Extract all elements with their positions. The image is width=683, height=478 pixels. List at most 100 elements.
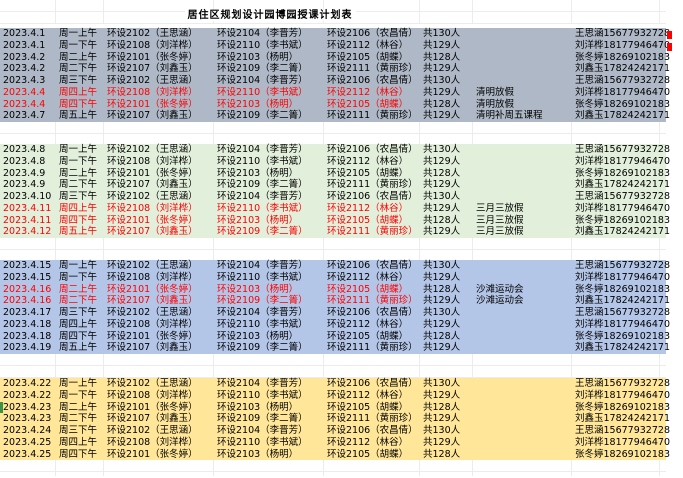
empty-cell[interactable]	[420, 354, 473, 365]
cell-class2[interactable]: 环设2103（杨明）	[217, 99, 327, 111]
empty-cell[interactable]	[214, 460, 324, 471]
cell-class2[interactable]: 环设2109（李二箐）	[217, 179, 327, 191]
cell-date[interactable]: 2023.4.4	[0, 87, 59, 99]
cell-class3[interactable]: 环设2112（林谷）	[327, 40, 423, 52]
cell-class1[interactable]: 环设2107（刘鑫玉）	[107, 226, 217, 238]
cell-note[interactable]	[476, 449, 575, 461]
empty-cell[interactable]	[56, 122, 104, 133]
cell-class2[interactable]: 环设2104（李晋芳）	[217, 144, 327, 156]
empty-cell[interactable]	[0, 472, 56, 476]
cell-count[interactable]: 共129人	[423, 272, 476, 284]
empty-cell[interactable]	[56, 134, 104, 144]
cell-session[interactable]: 周二下午	[59, 295, 107, 307]
cell-class3[interactable]: 环设2112（林谷）	[327, 319, 423, 331]
cell-count[interactable]: 共129人	[423, 203, 476, 215]
cell-session[interactable]: 周一上午	[59, 144, 107, 156]
cell-date[interactable]: 2023.4.25	[0, 449, 59, 461]
cell-count[interactable]: 共128人	[423, 99, 476, 111]
empty-cell[interactable]	[572, 250, 660, 260]
cell-note[interactable]	[476, 402, 575, 414]
cell-contact[interactable]: 刘鑫玉17824242171	[575, 226, 663, 238]
empty-cell[interactable]	[56, 460, 104, 471]
cell-session[interactable]: 周二上午	[59, 402, 107, 414]
empty-cell[interactable]	[420, 122, 473, 133]
cell-session[interactable]: 周五上午	[59, 226, 107, 238]
empty-cell[interactable]	[214, 366, 324, 377]
empty-cell[interactable]	[473, 366, 572, 377]
cell-class1[interactable]: 环设2108（刘洋桦）	[107, 390, 217, 402]
cell-note[interactable]	[476, 63, 575, 75]
cell-count[interactable]: 共129人	[423, 156, 476, 168]
empty-cell[interactable]	[0, 238, 56, 249]
cell-session[interactable]: 周二下午	[59, 63, 107, 75]
cell-date[interactable]: 2023.4.8	[0, 144, 59, 156]
cell-contact[interactable]: 张冬婷18269102183	[575, 52, 663, 64]
cell-class2[interactable]: 环设2104（李晋芳）	[217, 191, 327, 203]
cell-class1[interactable]: 环设2102（王思涵）	[107, 378, 217, 390]
empty-cell[interactable]	[420, 460, 473, 471]
cell-class3[interactable]: 环设2112（林谷）	[327, 203, 423, 215]
cell-class2[interactable]: 环设2103（杨明）	[217, 168, 327, 180]
cell-class2[interactable]: 环设2104（李晋芳）	[217, 307, 327, 319]
empty-cell[interactable]	[572, 460, 660, 471]
cell-note[interactable]: 沙滩运动会	[476, 284, 575, 296]
cell-class1[interactable]: 环设2108（刘洋桦）	[107, 156, 217, 168]
cell-session[interactable]: 周一上午	[59, 378, 107, 390]
cell-class2[interactable]: 环设2109（李二箐）	[217, 295, 327, 307]
empty-cell[interactable]	[214, 134, 324, 144]
cell-session[interactable]: 周三下午	[59, 307, 107, 319]
cell-contact[interactable]: 王思涵15677932728	[575, 75, 663, 87]
cell-contact[interactable]: 刘洋桦18177946470	[575, 319, 663, 331]
cell-count[interactable]: 共129人	[423, 40, 476, 52]
cell-class2[interactable]: 环设2109（李二箐）	[217, 63, 327, 75]
cell-date[interactable]: 2023.4.19	[0, 342, 59, 354]
cell-count[interactable]: 共129人	[423, 110, 476, 122]
cell-date[interactable]: 2023.4.8	[0, 156, 59, 168]
cell-note[interactable]	[476, 191, 575, 203]
cell-note[interactable]	[476, 437, 575, 449]
empty-cell[interactable]	[324, 122, 420, 133]
cell-date[interactable]: 2023.4.22	[0, 390, 59, 402]
cell-class1[interactable]: 环设2108（刘洋桦）	[107, 40, 217, 52]
cell-session[interactable]: 周四下午	[59, 99, 107, 111]
empty-cell[interactable]	[104, 122, 214, 133]
cell-class1[interactable]: 环设2107（刘鑫玉）	[107, 295, 217, 307]
cell-note[interactable]	[476, 75, 575, 87]
cell-date[interactable]: 2023.4.10	[0, 191, 59, 203]
cell-class3[interactable]: 环设2111（黄丽珍）	[327, 342, 423, 354]
cell-note[interactable]	[476, 168, 575, 180]
cell-date[interactable]: 2023.4.3	[0, 75, 59, 87]
empty-cell[interactable]	[572, 134, 660, 144]
cell-contact[interactable]: 刘鑫玉17824242171	[575, 63, 663, 75]
empty-cell[interactable]	[0, 134, 56, 144]
cell-date[interactable]: 2023.4.16	[0, 284, 59, 296]
cell-note[interactable]	[476, 413, 575, 425]
cell-note[interactable]: 三月三放假	[476, 203, 575, 215]
cell-contact[interactable]: 刘鑫玉17824242171	[575, 179, 663, 191]
cell-date[interactable]: 2023.4.15	[0, 260, 59, 272]
cell-session[interactable]: 周四下午	[59, 449, 107, 461]
cell-class3[interactable]: 环设2111（黄丽珍）	[327, 413, 423, 425]
cell-class2[interactable]: 环设2110（李书斌）	[217, 40, 327, 52]
empty-cell[interactable]	[324, 238, 420, 249]
cell-class3[interactable]: 环设2111（黄丽珍）	[327, 226, 423, 238]
cell-class3[interactable]: 环设2106（农昌倩）	[327, 307, 423, 319]
cell-count[interactable]: 共129人	[423, 437, 476, 449]
cell-count[interactable]: 共129人	[423, 342, 476, 354]
cell-note[interactable]	[476, 390, 575, 402]
cell-date[interactable]: 2023.4.2	[0, 52, 59, 64]
empty-cell[interactable]	[104, 134, 214, 144]
cell-class3[interactable]: 环设2105（胡蝶）	[327, 331, 423, 343]
empty-cell[interactable]	[0, 354, 56, 365]
cell-count[interactable]: 共130人	[423, 75, 476, 87]
cell-class3[interactable]: 环设2105（胡蝶）	[327, 52, 423, 64]
cell-contact[interactable]: 张冬婷18269102183	[575, 215, 663, 227]
cell-contact[interactable]: 王思涵15677932728	[575, 144, 663, 156]
cell-class1[interactable]: 环设2108（刘洋桦）	[107, 203, 217, 215]
cell-class2[interactable]: 环设2110（李书斌）	[217, 319, 327, 331]
cell-date[interactable]: 2023.4.1	[0, 28, 59, 40]
empty-cell[interactable]	[420, 238, 473, 249]
cell-class1[interactable]: 环设2101（张冬婷）	[107, 215, 217, 227]
cell-class2[interactable]: 环设2109（李二箐）	[217, 413, 327, 425]
cell-count[interactable]: 共129人	[423, 319, 476, 331]
